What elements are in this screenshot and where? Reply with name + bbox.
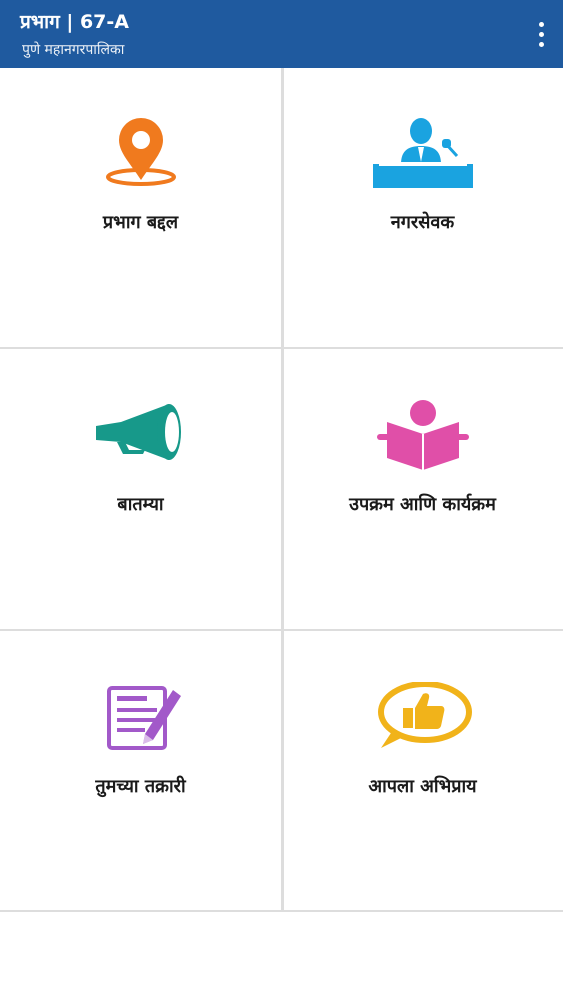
reading-person-icon (376, 400, 469, 470)
tile-your-feedback[interactable]: आपला अभिप्राय (282, 632, 563, 913)
tile-label: प्रभाग बद्दल (102, 212, 179, 233)
grid-divider (0, 910, 563, 912)
app-bar: प्रभाग | 67-A पुणे महानगरपालिका (0, 0, 563, 68)
location-pin-icon (105, 118, 176, 186)
grid-divider (281, 68, 284, 911)
overflow-menu-icon[interactable] (533, 16, 549, 52)
tile-label: तुमच्या तक्रारी (95, 776, 186, 797)
tile-your-complaints[interactable]: तुमच्या तक्रारी (0, 632, 281, 913)
tile-news[interactable]: बातम्या (0, 350, 281, 631)
tile-prabhag-about[interactable]: प्रभाग बद्दल (0, 68, 281, 349)
grid-divider (0, 629, 563, 631)
tile-label: आपला अभिप्राय (368, 776, 477, 797)
thumbs-up-bubble-icon (377, 682, 472, 748)
complaint-form-icon (106, 686, 181, 750)
speaker-podium-icon (372, 118, 473, 188)
tile-corporator[interactable]: नगरसेवक (282, 68, 563, 349)
tile-label: उपक्रम आणि कार्यक्रम (349, 494, 496, 515)
megaphone-icon (95, 404, 181, 460)
grid-divider (0, 347, 563, 349)
app-subtitle: पुणे महानगरपालिका (22, 42, 125, 58)
app-title: प्रभाग | 67-A (20, 11, 129, 33)
tile-label: बातम्या (117, 494, 164, 515)
tile-label: नगरसेवक (390, 212, 455, 233)
tile-activities-events[interactable]: उपक्रम आणि कार्यक्रम (282, 350, 563, 631)
